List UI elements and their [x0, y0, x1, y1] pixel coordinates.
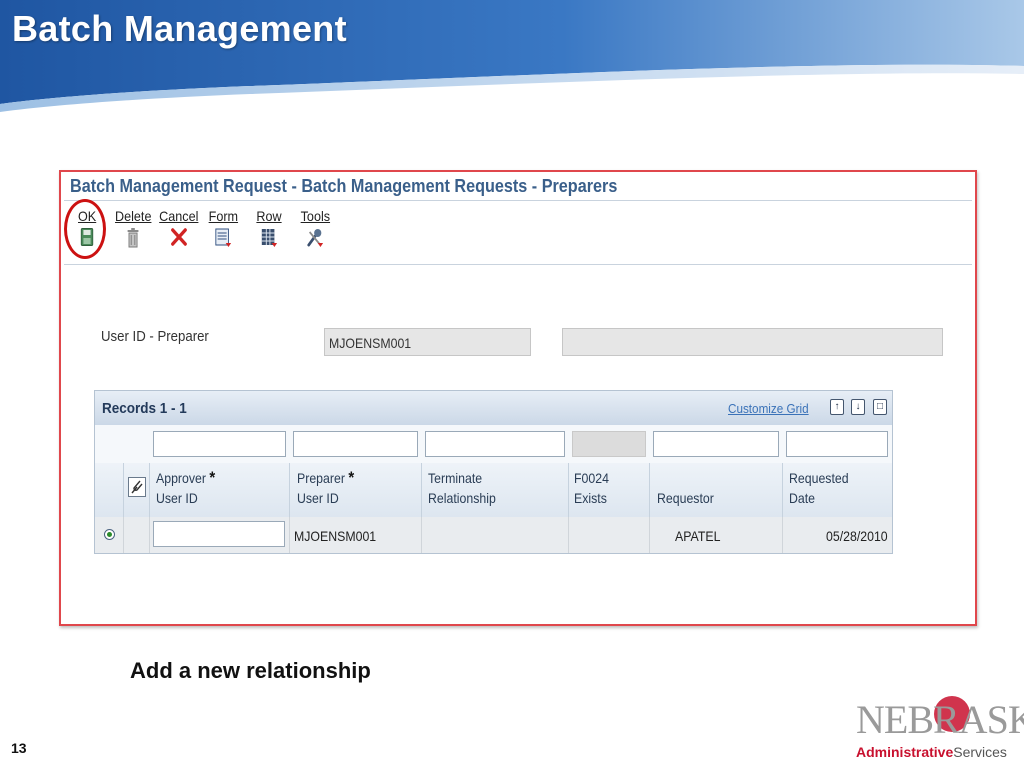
col-terminate-line1: Terminate — [428, 470, 483, 486]
cancel-button[interactable]: Cancel — [159, 208, 198, 246]
col-divider — [149, 463, 150, 517]
required-asterisk: * — [348, 468, 355, 487]
user-id-preparer-value: MJOENSM001 — [329, 335, 412, 351]
row-select-radio[interactable] — [104, 529, 115, 540]
col-approver-line2: User ID — [156, 490, 198, 506]
approver-user-id-input[interactable] — [153, 521, 285, 547]
col-preparer-line2: User ID — [297, 490, 339, 506]
col-f0024-header[interactable]: F0024 Exists — [574, 468, 609, 508]
col-approver-line1: Approver — [156, 470, 206, 486]
logo-subtitle: AdministrativeServices — [856, 744, 1007, 760]
col-requested-date-header[interactable]: Requested Date — [789, 468, 849, 508]
row-menu-button[interactable]: Row — [256, 208, 282, 248]
col-f0024-line2: Exists — [574, 490, 607, 506]
user-id-preparer-label: User ID - Preparer — [101, 328, 209, 345]
tools-label: Tools — [300, 208, 331, 224]
col-requested-line1: Requested — [789, 470, 849, 486]
col-requested-line2: Date — [789, 490, 816, 506]
cell-divider — [149, 517, 150, 553]
grid-import-icon[interactable]: ↓ — [851, 399, 865, 415]
nebraska-logo: NEBRASKA AdministrativeServices — [856, 696, 1024, 762]
grid-header-bar: Records 1 - 1 Customize Grid ↑ ↓ □ — [95, 391, 892, 425]
slide-header-band: Batch Management — [0, 0, 1024, 120]
col-requestor-header[interactable]: Requestor — [657, 488, 714, 508]
page-number: 13 — [11, 740, 27, 756]
preparer-filter-input[interactable] — [293, 431, 418, 457]
col-terminate-header[interactable]: Terminate Relationship — [428, 468, 496, 508]
cell-divider — [123, 517, 124, 553]
toolbar-divider — [64, 264, 972, 265]
col-divider — [421, 463, 422, 517]
requestor-filter-input[interactable] — [653, 431, 779, 457]
query-by-example-row — [95, 425, 892, 463]
col-approver-header[interactable]: Approver * User ID — [156, 468, 215, 508]
cancel-x-icon — [170, 228, 187, 246]
slide-caption: Add a new relationship — [130, 658, 371, 683]
tools-icon — [307, 229, 324, 247]
col-divider — [649, 463, 650, 517]
row-label: Row — [256, 208, 282, 224]
cell-divider — [421, 517, 422, 553]
app-title: Batch Management Request - Batch Managem… — [70, 176, 618, 196]
col-f0024-line1: F0024 — [574, 470, 609, 486]
requested-date-cell: 05/28/2010 — [826, 528, 888, 544]
title-divider — [64, 200, 972, 201]
cell-divider — [649, 517, 650, 553]
records-grid: Records 1 - 1 Customize Grid ↑ ↓ □ Appro… — [94, 390, 893, 554]
grid-export-icon[interactable]: ↑ — [830, 399, 844, 415]
approver-filter-input[interactable] — [153, 431, 286, 457]
tools-menu-button[interactable]: Tools — [301, 208, 330, 248]
logo-wordmark: NEBRASKA — [856, 697, 1024, 742]
logo-subtitle-administrative: Administrative — [856, 744, 954, 760]
col-preparer-line1: Preparer — [297, 470, 345, 486]
col-requestor-label: Requestor — [657, 490, 714, 506]
cell-divider — [782, 517, 783, 553]
row-grid-icon — [261, 229, 278, 247]
col-preparer-header[interactable]: Preparer * User ID — [297, 468, 354, 508]
app-window: Batch Management Request - Batch Managem… — [59, 170, 977, 626]
user-description-field — [562, 328, 943, 356]
grid-records-count: Records 1 - 1 — [102, 400, 187, 417]
col-divider — [568, 463, 569, 517]
f0024-filter-disabled — [572, 431, 646, 457]
cell-divider — [568, 517, 569, 553]
form-menu-button[interactable]: Form — [209, 208, 238, 248]
col-divider — [289, 463, 290, 517]
cancel-label: Cancel — [159, 208, 199, 224]
logo-subtitle-services: Services — [953, 744, 1007, 760]
delete-label: Delete — [115, 208, 152, 224]
slide-title: Batch Management — [12, 8, 347, 49]
grid-maximize-icon[interactable]: □ — [873, 399, 887, 415]
cell-divider — [289, 517, 290, 553]
col-terminate-line2: Relationship — [428, 490, 496, 506]
required-asterisk: * — [209, 468, 216, 487]
terminate-filter-input[interactable] — [425, 431, 565, 457]
customize-grid-link[interactable]: Customize Grid — [728, 401, 809, 416]
attachment-icon — [128, 477, 146, 497]
preparer-user-id-cell: MJOENSM001 — [294, 528, 377, 544]
ok-highlight-circle — [64, 199, 106, 259]
col-divider — [123, 463, 124, 517]
requestor-cell: APATEL — [675, 528, 721, 544]
grid-column-headers: Approver * User ID Preparer * User ID Te… — [95, 463, 892, 517]
delete-button[interactable]: Delete — [115, 208, 151, 248]
col-divider — [782, 463, 783, 517]
form-icon — [215, 228, 232, 247]
form-label: Form — [208, 208, 239, 224]
table-row[interactable]: MJOENSM001 APATEL 05/28/2010 — [95, 517, 892, 553]
user-id-preparer-field: MJOENSM001 — [324, 328, 531, 356]
requested-date-filter-input[interactable] — [786, 431, 888, 457]
trash-icon — [127, 228, 139, 248]
